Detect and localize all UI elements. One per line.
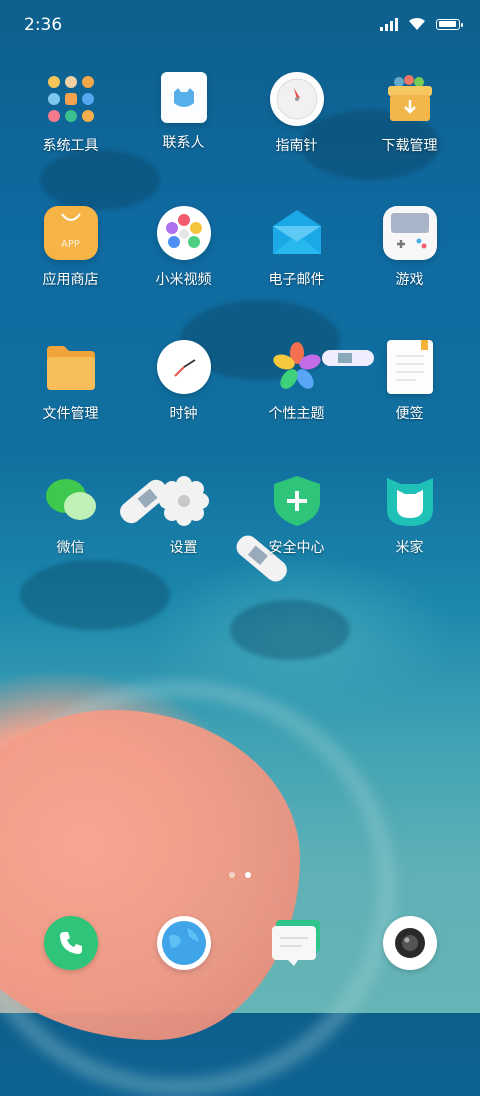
page-dot-active[interactable] [245,872,251,878]
app-system-tools[interactable]: 系统工具 [14,72,127,154]
mail-envelope-icon [270,206,324,260]
app-label: 设置 [169,540,198,556]
app-label: 下载管理 [381,138,438,154]
app-label: 游戏 [395,272,424,288]
app-label: 安全中心 [268,540,325,556]
app-label: 指南针 [275,138,318,154]
app-label: 电子邮件 [268,272,325,288]
page-indicator[interactable] [0,872,480,878]
settings-gear-icon [157,474,211,528]
clock-icon [156,340,211,394]
app-label: 联系人 [162,135,205,151]
app-email[interactable]: 电子邮件 [240,206,353,288]
app-label: 文件管理 [42,406,99,422]
dock-browser[interactable] [127,916,240,970]
app-store-badge-text: APP [61,239,80,250]
signal-icon [380,17,398,31]
app-label: 系统工具 [42,138,99,154]
themes-flower-icon [270,340,324,394]
app-label: 便签 [395,406,424,422]
status-icons [380,17,463,31]
gamepad-icon [382,206,437,260]
app-label: 小米视频 [155,272,212,288]
app-label: 个性主题 [268,406,325,422]
dock-camera[interactable] [353,916,466,970]
dock [14,916,466,970]
app-file-manager[interactable]: 文件管理 [14,340,127,422]
tools-folder-icon [44,72,98,126]
mijia-icon [383,474,437,528]
security-shield-icon [270,474,324,528]
compass-icon [269,72,324,126]
contacts-icon [160,72,207,123]
app-games[interactable]: 游戏 [353,206,466,288]
wechat-icon [44,474,98,528]
messages-icon [270,916,324,970]
app-label: 微信 [56,540,85,556]
app-app-store[interactable]: APP 应用商店 [14,206,127,288]
browser-globe-icon [156,916,211,970]
app-store-bag-icon: APP [43,206,98,260]
page-dot[interactable] [229,872,235,878]
app-compass[interactable]: 指南针 [240,72,353,154]
app-mijia[interactable]: 米家 [353,474,466,556]
app-settings[interactable]: 设置 [127,474,240,556]
app-mi-video[interactable]: 小米视频 [127,206,240,288]
app-label: 时钟 [169,406,198,422]
status-time: 2:36 [24,15,63,35]
download-box-icon [383,72,437,126]
phone-icon [43,916,98,970]
folder-icon [44,340,98,394]
video-dots-icon [156,206,211,260]
app-label: 米家 [395,540,424,556]
camera-icon [382,916,437,970]
app-downloads[interactable]: 下载管理 [353,72,466,154]
battery-icon [436,18,463,30]
wifi-icon [409,17,425,30]
dock-messages[interactable] [240,916,353,970]
app-label: 应用商店 [42,272,99,288]
notes-icon [386,340,433,394]
dock-phone[interactable] [14,916,127,970]
app-contacts[interactable]: 联系人 [127,72,240,152]
app-grid: 系统工具 联系人 指南针 下载管理 APP 应用商店 小米视频 电子邮件 游戏 … [14,72,466,556]
app-clock[interactable]: 时钟 [127,340,240,422]
app-wechat[interactable]: 微信 [14,474,127,556]
status-bar: 2:36 [0,0,480,52]
app-notes[interactable]: 便签 [353,340,466,422]
app-themes[interactable]: 个性主题 [240,340,353,422]
app-security-center[interactable]: 安全中心 [240,474,353,556]
